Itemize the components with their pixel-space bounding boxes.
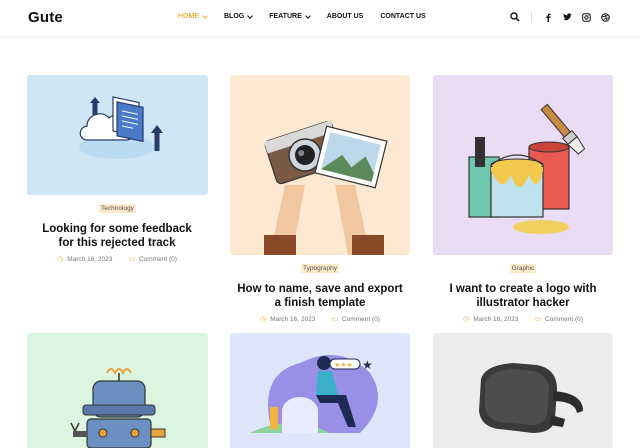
nav-item-feature[interactable]: FEATURE bbox=[269, 12, 311, 20]
post-title-line: How to name, save and export bbox=[237, 283, 403, 295]
post-meta: ◷ March 16, 2023 ▭ Comment (0) bbox=[423, 315, 623, 324]
category-label: Typography bbox=[301, 264, 339, 273]
post-title-line: for this rejected track bbox=[58, 237, 176, 249]
instagram-icon[interactable] bbox=[580, 11, 592, 23]
search-icon[interactable] bbox=[509, 11, 521, 23]
nav-item-home[interactable]: HOME bbox=[178, 12, 208, 20]
category-label: Technology bbox=[99, 204, 136, 213]
comment-icon: ▭ bbox=[128, 256, 135, 263]
svg-text:★★★: ★★★ bbox=[334, 361, 353, 369]
post-thumbnail[interactable]: ★★★ ★ bbox=[230, 333, 410, 448]
nav-label: BLOG bbox=[224, 13, 245, 20]
post-thumbnail[interactable] bbox=[433, 75, 613, 255]
paint-buckets-illustration bbox=[468, 103, 586, 234]
main-nav: HOME BLOG FEATURE ABOUT US CONTACT US bbox=[178, 12, 443, 20]
site-logo[interactable]: Gute bbox=[28, 9, 63, 26]
camera-photo-illustration bbox=[263, 120, 388, 255]
header-actions bbox=[509, 11, 611, 23]
comment-icon: ▭ bbox=[534, 316, 541, 323]
category-tag[interactable]: Technology bbox=[27, 204, 208, 213]
nav-label: CONTACT US bbox=[380, 13, 426, 20]
category-label: Graphic bbox=[509, 264, 537, 273]
post-date: March 16, 2023 bbox=[473, 315, 519, 323]
nav-label: ABOUT US bbox=[326, 13, 364, 20]
nav-item-about[interactable]: ABOUT US bbox=[327, 13, 364, 20]
post-date: March 16, 2023 bbox=[270, 315, 316, 323]
post-title-line: Looking for some feedback bbox=[42, 223, 192, 235]
category-tag[interactable]: Graphic bbox=[433, 264, 613, 273]
facebook-icon[interactable] bbox=[542, 11, 554, 23]
post-meta: ◷ March 16, 2023 ▭ Comment (0) bbox=[17, 255, 217, 264]
post-thumbnail[interactable] bbox=[27, 75, 208, 195]
site-header: Gute HOME BLOG FEATURE ABOUT US CONTACT … bbox=[0, 0, 640, 36]
nav-item-contact[interactable]: CONTACT US bbox=[380, 13, 425, 20]
post-title-line: I want to create a logo with bbox=[449, 283, 597, 295]
post-date: March 16, 2023 bbox=[67, 255, 113, 263]
post-thumbnail[interactable] bbox=[230, 75, 410, 255]
post-title-line: a finish template bbox=[274, 297, 366, 309]
post-comments[interactable]: Comment (0) bbox=[139, 256, 177, 263]
post-comments[interactable]: Comment (0) bbox=[342, 316, 380, 323]
vr-headset-illustration bbox=[479, 363, 583, 433]
post-title[interactable]: Looking for some feedback for this rejec… bbox=[17, 222, 217, 250]
comment-icon: ▭ bbox=[331, 316, 338, 323]
chevron-down-icon bbox=[247, 12, 254, 19]
svg-text:★: ★ bbox=[362, 358, 373, 372]
cloud-document-illustration bbox=[79, 96, 163, 159]
chevron-down-icon bbox=[202, 12, 208, 19]
nav-label: HOME bbox=[178, 13, 199, 20]
chevron-down-icon bbox=[304, 12, 311, 19]
nav-label: FEATURE bbox=[269, 13, 302, 20]
user-review-illustration: ★★★ ★ bbox=[250, 355, 378, 433]
post-meta: ◷ March 16, 2023 ▭ Comment (0) bbox=[220, 315, 420, 324]
post-title[interactable]: How to name, save and export a finish te… bbox=[220, 282, 420, 310]
post-title[interactable]: I want to create a logo with illustrator… bbox=[423, 282, 623, 310]
post-thumbnail[interactable] bbox=[433, 333, 613, 448]
post-title-line: illustrator hacker bbox=[476, 297, 570, 309]
dribbble-icon[interactable] bbox=[599, 11, 611, 23]
robot-illustration bbox=[70, 368, 166, 448]
post-thumbnail[interactable] bbox=[27, 333, 208, 448]
category-tag[interactable]: Typography bbox=[230, 264, 410, 273]
divider bbox=[531, 12, 532, 22]
nav-item-blog[interactable]: BLOG bbox=[224, 12, 254, 20]
clock-icon: ◷ bbox=[463, 316, 470, 323]
post-comments[interactable]: Comment (0) bbox=[545, 316, 583, 323]
twitter-icon[interactable] bbox=[561, 11, 573, 23]
clock-icon: ◷ bbox=[57, 256, 64, 263]
clock-icon: ◷ bbox=[260, 316, 267, 323]
